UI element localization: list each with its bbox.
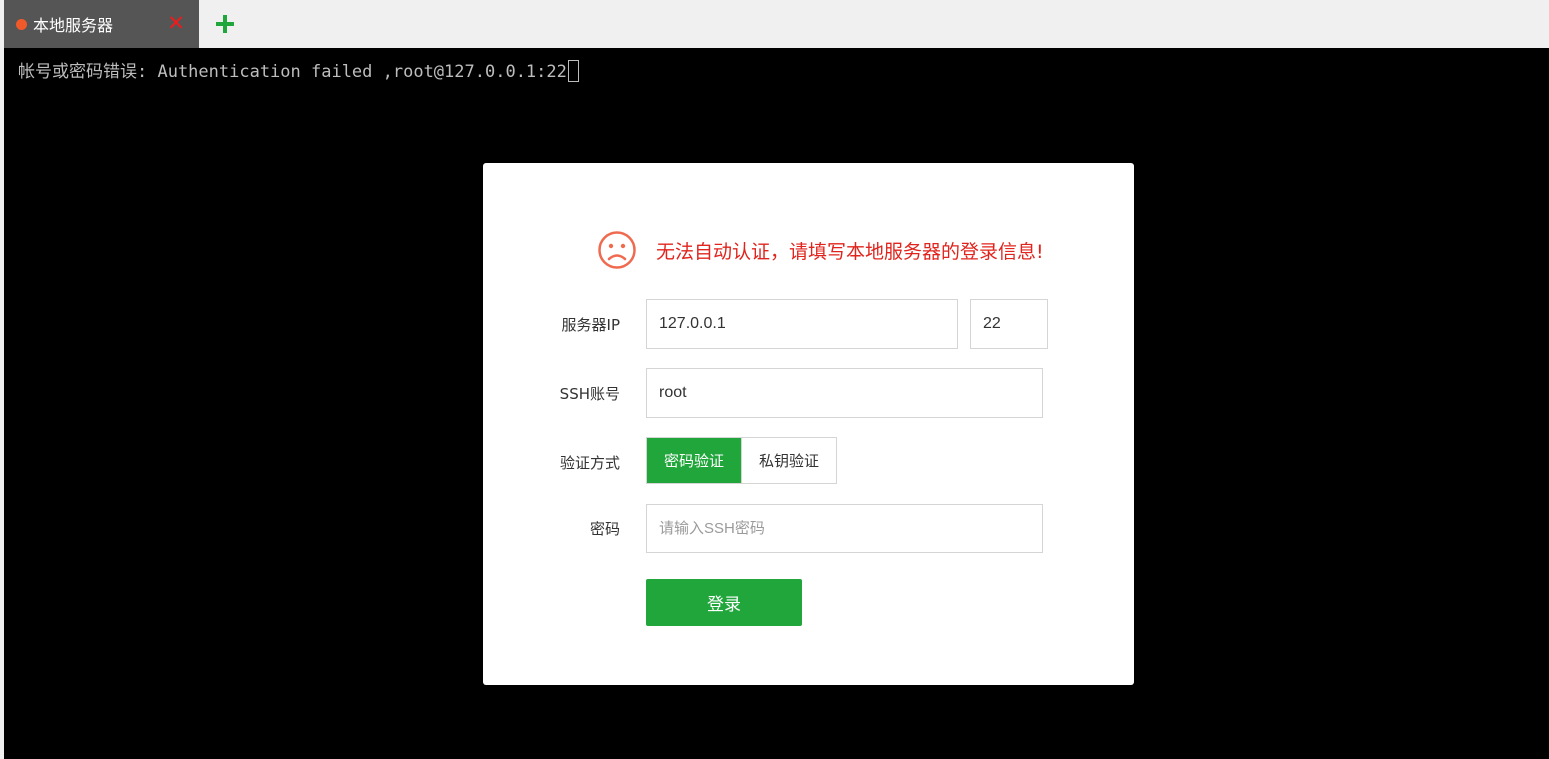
password-auth-button[interactable]: 密码验证 <box>647 438 741 483</box>
ssh-account-input[interactable] <box>646 368 1043 418</box>
login-dialog: 无法自动认证，请填写本地服务器的登录信息! 服务器IP SSH账号 验证方式 密… <box>483 163 1134 685</box>
auth-method-label: 验证方式 <box>559 454 620 472</box>
terminal-output: 帐号或密码错误: Authentication failed ,root@127… <box>18 60 579 84</box>
server-ip-label: 服务器IP <box>561 316 620 334</box>
terminal[interactable]: 帐号或密码错误: Authentication failed ,root@127… <box>4 48 1549 759</box>
login-button[interactable]: 登录 <box>646 579 802 626</box>
auth-method-toggle: 密码验证 私钥验证 <box>646 437 837 484</box>
error-message: 无法自动认证，请填写本地服务器的登录信息! <box>656 240 1044 263</box>
ssh-account-label: SSH账号 <box>559 385 620 403</box>
plus-icon[interactable] <box>212 11 238 37</box>
error-message-row: 无法自动认证，请填写本地服务器的登录信息! <box>597 229 1044 271</box>
sad-face-icon <box>598 231 636 269</box>
tab-local-server[interactable]: 本地服务器 ✕ <box>4 0 199 48</box>
password-label: 密码 <box>589 520 620 538</box>
terminal-text: 帐号或密码错误: Authentication failed ,root@127… <box>18 62 567 82</box>
tab-status-dot <box>16 18 27 30</box>
server-ip-input[interactable] <box>646 299 958 349</box>
tab-bar: 本地服务器 ✕ <box>0 0 1549 48</box>
port-input[interactable] <box>970 299 1048 349</box>
close-icon[interactable]: ✕ <box>167 13 185 34</box>
terminal-cursor <box>567 60 579 82</box>
key-auth-button[interactable]: 私钥验证 <box>741 438 836 483</box>
tab-label: 本地服务器 <box>33 16 114 35</box>
password-input[interactable] <box>646 504 1043 553</box>
